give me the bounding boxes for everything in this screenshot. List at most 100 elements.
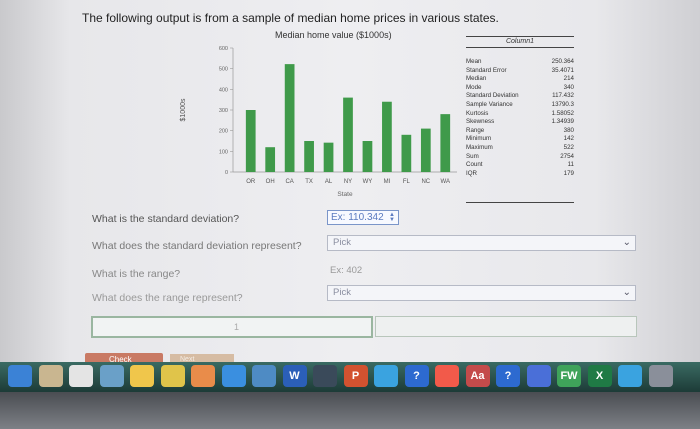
x-axis-label: State — [337, 191, 353, 198]
stats-label: Median — [466, 75, 487, 83]
stats-label: Range — [466, 126, 485, 134]
bar-fl — [401, 134, 412, 172]
stats-label: Skewness — [466, 118, 495, 126]
stats-value: 1.34939 — [551, 118, 574, 126]
stats-row: Median 214 — [466, 75, 574, 84]
stats-column-label: Column1 — [505, 38, 534, 45]
range-meaning-select[interactable]: Pick ⌄ — [327, 285, 636, 301]
keynote-icon[interactable] — [252, 365, 276, 387]
stats-row: Maximum 522 — [466, 144, 574, 153]
stats-row: Sum 2754 — [466, 153, 574, 162]
x-tick-label: FL — [403, 179, 411, 185]
x-tick-label: WY — [363, 179, 373, 185]
stats-value: 142 — [563, 135, 574, 143]
launchpad-icon[interactable] — [38, 365, 63, 387]
stats-row: IQR 179 — [466, 170, 574, 179]
stats-label: IQR — [466, 169, 478, 177]
question-intro: The following output is from a sample of… — [82, 11, 499, 25]
chart-title: Median home value ($1000s) — [275, 30, 392, 40]
stats-value: 1.58052 — [551, 109, 574, 117]
x-tick-label: OH — [266, 179, 275, 185]
y-tick-label: 400 — [219, 87, 228, 93]
stats-row: Sample Variance 13790.3 — [466, 101, 574, 110]
stats-label: Mode — [466, 83, 482, 91]
stats-value: 380 — [563, 126, 574, 134]
bar-mi — [382, 101, 392, 172]
calendar-icon[interactable] — [69, 365, 93, 387]
music-icon[interactable] — [435, 365, 459, 387]
help-icon[interactable]: ? — [404, 365, 429, 387]
range-meaning-select-value: Pick — [333, 287, 351, 298]
bar-ny — [343, 97, 353, 172]
finder-icon[interactable] — [8, 365, 32, 387]
steam-icon[interactable] — [313, 365, 337, 387]
std-input[interactable]: Ex: 110.342 ▲ ▼ — [327, 210, 399, 225]
stats-value: 522 — [563, 143, 574, 151]
spinner-arrows-icon[interactable]: ▲ ▼ — [389, 212, 395, 223]
chrome-icon[interactable] — [160, 365, 185, 387]
messages-icon[interactable] — [618, 365, 642, 387]
photos-icon[interactable] — [191, 365, 215, 387]
notes-icon[interactable] — [130, 365, 154, 387]
facetime-icon[interactable]: FW — [557, 365, 581, 387]
powerpoint-icon[interactable]: P — [343, 365, 368, 387]
std-input-value: Ex: 110.342 — [331, 212, 384, 223]
stats-value: 214 — [563, 75, 574, 83]
word-icon[interactable]: W — [282, 365, 307, 387]
std-meaning-select-value: Pick — [333, 237, 351, 248]
question-std-meaning: What does the standard deviation represe… — [92, 240, 302, 252]
dictionary-icon[interactable]: Aa — [465, 365, 490, 387]
answer-feedback-box[interactable] — [91, 316, 373, 338]
help-icon-2[interactable]: ? — [496, 365, 520, 387]
bar-ca — [284, 64, 295, 172]
y-tick-label: 600 — [219, 46, 228, 52]
bar-wa — [440, 114, 451, 172]
y-tick-label: 300 — [219, 108, 228, 114]
feedback-box-right — [375, 316, 637, 337]
x-tick-label: NC — [421, 179, 430, 185]
stats-label: Standard Deviation — [466, 92, 519, 100]
stats-row: Range 380 — [466, 127, 574, 136]
stats-value: 11 — [567, 161, 574, 169]
safari-icon[interactable] — [374, 365, 398, 387]
text-cursor: 1 — [234, 322, 240, 332]
y-tick-label: 100 — [219, 149, 228, 155]
preview-icon[interactable] — [99, 365, 124, 387]
x-tick-label: WA — [441, 179, 450, 185]
stats-label: Mean — [466, 58, 482, 65]
stats-value: 117.432 — [552, 92, 574, 100]
app-store-icon[interactable] — [221, 365, 246, 387]
stats-value: 250.364 — [551, 58, 574, 65]
question-std: What is the standard deviation? — [92, 213, 240, 225]
stats-row: Minimum 142 — [466, 135, 574, 144]
stats-row: Standard Error 35.4071 — [466, 67, 574, 76]
bar-nc — [420, 128, 431, 172]
x-tick-label: NY — [344, 179, 352, 185]
stats-row: Count 11 — [466, 161, 574, 170]
chevron-down-icon: ⌄ — [622, 237, 631, 248]
bar-or — [245, 110, 256, 172]
range-input[interactable]: Ex: 402 — [330, 265, 362, 276]
std-meaning-select[interactable]: Pick ⌄ — [327, 235, 636, 251]
bar-tx — [304, 141, 314, 172]
chevron-down-icon: ⌄ — [622, 287, 631, 298]
excel-icon[interactable]: X — [587, 365, 612, 387]
y-axis-label: $1000s — [180, 98, 187, 121]
x-tick-label: CA — [285, 179, 293, 185]
stats-bottom-rule — [466, 202, 574, 203]
question-range-meaning: What does the range represent? — [92, 292, 243, 304]
y-tick-label: 0 — [225, 170, 228, 176]
stats-row: Mean 250.364 — [466, 58, 574, 67]
y-tick-label: 500 — [219, 67, 228, 73]
stats-row: Mode 340 — [466, 84, 574, 93]
zoom-icon[interactable] — [526, 365, 551, 387]
bar-chart: 0 100 200 300 400 500 600 $1000s OR OH CA TX AL NY WY M… — [180, 46, 457, 198]
stats-label: Maximum — [466, 143, 493, 151]
x-tick-label: TX — [305, 179, 313, 185]
stats-label: Minimum — [466, 135, 492, 143]
bar-oh — [265, 147, 276, 172]
system-prefs-icon[interactable] — [648, 365, 673, 387]
y-tick-label: 200 — [219, 129, 228, 135]
stats-row: Skewness 1.34939 — [466, 118, 574, 127]
bar-wy — [362, 141, 373, 172]
